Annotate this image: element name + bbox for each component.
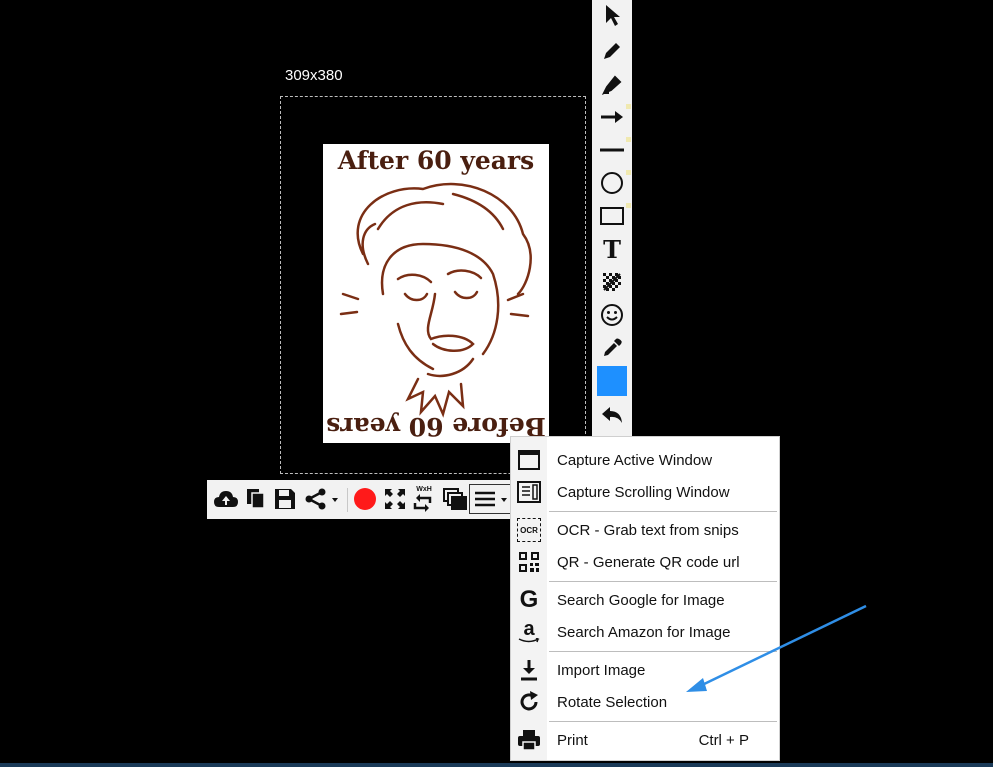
fit-screen-icon[interactable] bbox=[381, 484, 409, 514]
menu-item-capture-scrolling-window[interactable]: Capture Scrolling Window bbox=[511, 477, 779, 507]
menu-separator bbox=[549, 651, 777, 652]
menu-separator bbox=[549, 581, 777, 582]
menu-item-label: Search Google for Image bbox=[557, 592, 725, 609]
menu-item-label: Rotate Selection bbox=[557, 694, 668, 711]
color-swatch[interactable] bbox=[597, 366, 627, 396]
menu-item-rotate-selection[interactable]: Rotate Selection bbox=[511, 687, 779, 717]
taskbar-edge bbox=[0, 763, 993, 767]
pixelate-icon[interactable] bbox=[596, 267, 628, 297]
save-icon[interactable] bbox=[271, 484, 299, 514]
menu-item-label: Capture Scrolling Window bbox=[557, 484, 730, 501]
upload-cloud-icon[interactable] bbox=[211, 484, 241, 514]
menu-item-label: Search Amazon for Image bbox=[557, 624, 731, 641]
google-icon: G bbox=[519, 586, 539, 613]
menu-item-label: Print bbox=[557, 732, 588, 749]
download-icon bbox=[515, 658, 543, 682]
printer-icon bbox=[515, 728, 543, 752]
highlighter-icon[interactable] bbox=[596, 69, 628, 99]
ocr-icon: OCR bbox=[517, 518, 541, 542]
toolbar-divider bbox=[347, 488, 348, 512]
selection-size-label: 309x380 bbox=[285, 67, 343, 84]
copy-icon[interactable] bbox=[243, 484, 269, 514]
pen-icon[interactable] bbox=[596, 36, 628, 66]
ocr-icon-text: OCR bbox=[520, 525, 538, 535]
rectangle-icon[interactable] bbox=[596, 201, 628, 231]
captured-image: After 60 years Before 60 years bbox=[323, 144, 549, 443]
line-icon[interactable] bbox=[596, 135, 628, 165]
qr-code-icon bbox=[515, 550, 543, 574]
color-picker-icon[interactable] bbox=[596, 333, 628, 363]
toolbar-edge-marker bbox=[626, 170, 631, 175]
pin-icon[interactable] bbox=[441, 484, 469, 514]
action-toolbar: WxH bbox=[207, 480, 513, 519]
text-icon[interactable]: T bbox=[596, 234, 628, 264]
scroll-window-icon bbox=[515, 480, 543, 504]
menu-separator bbox=[549, 511, 777, 512]
menu-item-label: OCR - Grab text from snips bbox=[557, 522, 739, 539]
menu-item-label: Capture Active Window bbox=[557, 452, 713, 469]
undo-icon[interactable] bbox=[596, 400, 628, 430]
menu-item-import-image[interactable]: Import Image bbox=[511, 655, 779, 685]
pointer-icon[interactable] bbox=[596, 0, 628, 30]
menu-item-ocr[interactable]: OCR OCR - Grab text from snips bbox=[511, 515, 779, 545]
menu-separator bbox=[549, 721, 777, 722]
menu-item-label: QR - Generate QR code url bbox=[557, 554, 740, 571]
toolbar-edge-marker bbox=[626, 104, 631, 109]
window-icon bbox=[515, 448, 543, 472]
arrow-icon[interactable] bbox=[596, 102, 628, 132]
menu-item-label: Import Image bbox=[557, 662, 646, 679]
resize-icon[interactable]: WxH bbox=[409, 484, 439, 514]
menu-item-capture-active-window[interactable]: Capture Active Window bbox=[511, 445, 779, 475]
caricature-sketch bbox=[339, 182, 532, 418]
amazon-icon-letter: a bbox=[523, 618, 535, 640]
rotate-icon bbox=[515, 690, 543, 714]
share-icon[interactable] bbox=[301, 484, 341, 514]
amazon-icon: a bbox=[515, 618, 543, 644]
resize-label: WxH bbox=[416, 486, 432, 493]
ellipse-icon[interactable] bbox=[596, 168, 628, 198]
annotation-toolbar: T bbox=[592, 0, 632, 437]
menu-item-shortcut: Ctrl + P bbox=[698, 732, 749, 749]
emoji-icon[interactable] bbox=[596, 300, 628, 330]
menu-item-print[interactable]: Print Ctrl + P bbox=[511, 725, 779, 755]
record-icon[interactable] bbox=[351, 484, 379, 514]
menu-item-qr-code[interactable]: QR - Generate QR code url bbox=[511, 547, 779, 577]
menu-item-search-amazon[interactable]: a Search Amazon for Image bbox=[511, 617, 779, 647]
toolbar-edge-marker bbox=[626, 137, 631, 142]
toolbar-edge-marker bbox=[626, 203, 631, 208]
menu-item-search-google[interactable]: G Search Google for Image bbox=[511, 585, 779, 615]
context-menu: Capture Active Window Capture Scrolling … bbox=[510, 436, 780, 761]
menu-icon[interactable] bbox=[469, 484, 511, 514]
